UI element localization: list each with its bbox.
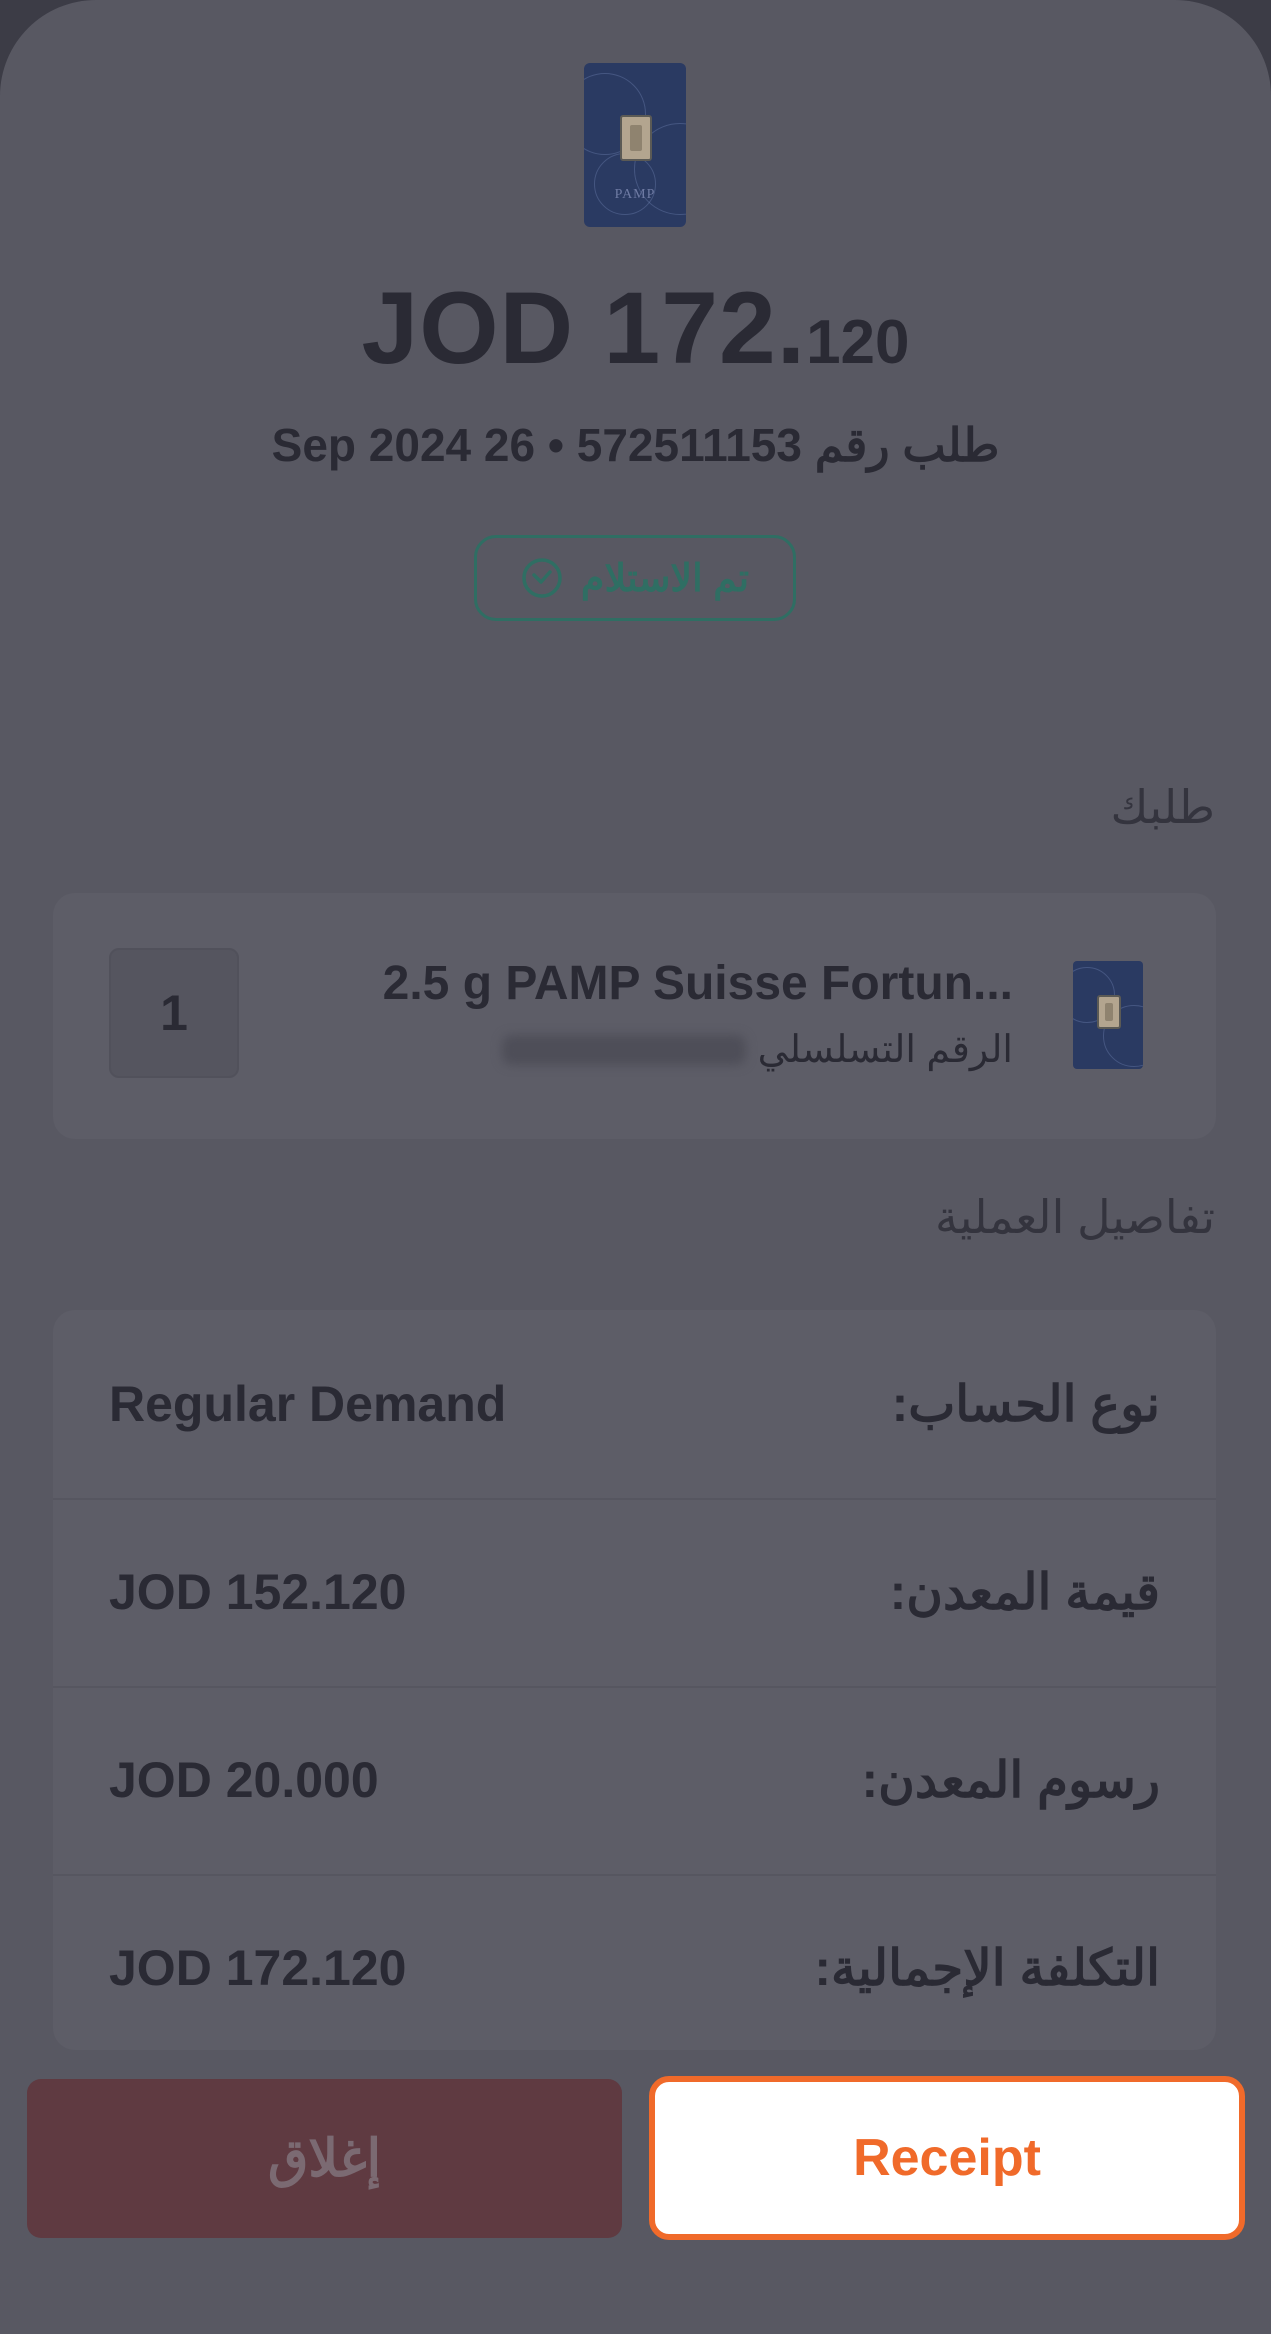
detail-label: قيمة المعدن: [889, 1564, 1160, 1620]
item-serial-row: الرقم التسلسلي [501, 1027, 1013, 1072]
order-number-date: طلب رقم 572511153 • 26 Sep 2024 [271, 419, 1000, 471]
order-item-card[interactable]: 1 2.5 g PAMP Suisse Fortun... الرقم التس… [53, 893, 1216, 1139]
serial-label: الرقم التسلسلي [757, 1029, 1013, 1071]
detail-label: رسوم المعدن: [861, 1752, 1161, 1808]
status-badge: تم الاستلام [474, 535, 796, 621]
product-brand-text: PAMP [614, 187, 656, 202]
serial-value-redacted [501, 1034, 746, 1065]
product-image: PAMP [584, 63, 686, 227]
detail-row-metal-value: قيمة المعدن: JOD 152.120 [53, 1498, 1216, 1688]
detail-label: نوع الحساب: [891, 1376, 1160, 1432]
details-section-title: تفاصيل العملية [935, 1191, 1215, 1243]
order-amount: JOD 172.120 [0, 270, 1271, 387]
amount-fraction: 120 [806, 308, 910, 377]
detail-row-total-cost: التكلفة الإجمالية: JOD 172.120 [53, 1874, 1216, 2050]
transaction-details-card: نوع الحساب: Regular Demand قيمة المعدن: … [53, 1310, 1216, 2050]
item-quantity: 1 [109, 948, 239, 1078]
detail-value: JOD 20.000 [109, 1752, 379, 1808]
clock-check-icon [521, 557, 563, 599]
action-bar: إغلاق Receipt [0, 2052, 1271, 2334]
detail-row-metal-fees: رسوم المعدن: JOD 20.000 [53, 1686, 1216, 1876]
amount-main: JOD 172. [361, 271, 807, 385]
detail-value: Regular Demand [109, 1376, 507, 1432]
order-details-sheet: PAMP JOD 172.120 طلب رقم 572511153 • 26 … [0, 0, 1271, 2334]
close-button[interactable]: إغلاق [27, 2079, 622, 2238]
item-thumbnail [1073, 961, 1143, 1069]
order-section-title: طلبك [1110, 781, 1216, 833]
detail-value: JOD 152.120 [109, 1564, 407, 1620]
detail-label: التكلفة الإجمالية: [814, 1940, 1160, 1996]
item-name: 2.5 g PAMP Suisse Fortun... [382, 957, 1013, 1010]
receipt-button[interactable]: Receipt [649, 2076, 1245, 2240]
detail-value: JOD 172.120 [109, 1940, 407, 1996]
status-label: تم الاستلام [580, 557, 750, 600]
detail-row-account-type: نوع الحساب: Regular Demand [53, 1310, 1216, 1500]
